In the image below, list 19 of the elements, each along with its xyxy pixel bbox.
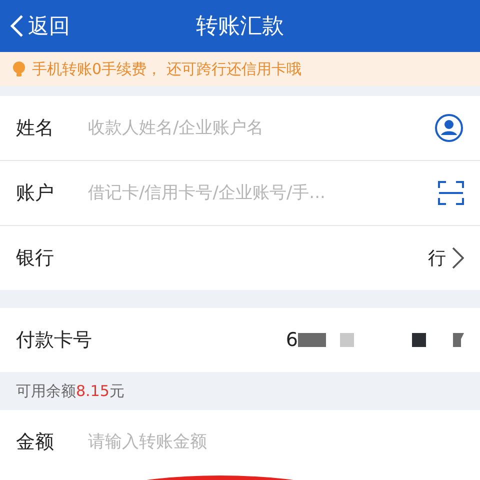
page-title: 转账汇款 bbox=[196, 14, 284, 39]
field-label: 姓名 bbox=[16, 116, 55, 141]
field-label: 金额 bbox=[16, 430, 55, 455]
card-number[interactable]: 6 bbox=[286, 329, 298, 351]
field-label: 付款卡号 bbox=[16, 328, 92, 353]
amount-field[interactable]: 请输入转账金额 bbox=[86, 431, 464, 453]
input-field[interactable]: 借记卡/信用卡号/企业账号/手... bbox=[86, 182, 438, 204]
chevron-icon[interactable] bbox=[452, 247, 464, 269]
back-icon[interactable] bbox=[10, 14, 24, 38]
bank-value[interactable]: 行 bbox=[86, 246, 452, 270]
lightbulb-icon bbox=[12, 61, 26, 77]
field-label: 银行 bbox=[16, 246, 55, 271]
scan-icon[interactable] bbox=[438, 180, 464, 206]
input-field[interactable]: 收款人姓名/企业账户名 bbox=[86, 117, 434, 139]
back-button[interactable]: 返回 bbox=[0, 11, 76, 41]
field-label: 账户 bbox=[16, 181, 55, 206]
contact-icon[interactable] bbox=[434, 113, 464, 143]
notice-text: 手机转账0手续费， 还可跨行还信用卡哦 bbox=[32, 60, 302, 78]
balance-text: 可用余额8.15元 bbox=[16, 382, 124, 400]
